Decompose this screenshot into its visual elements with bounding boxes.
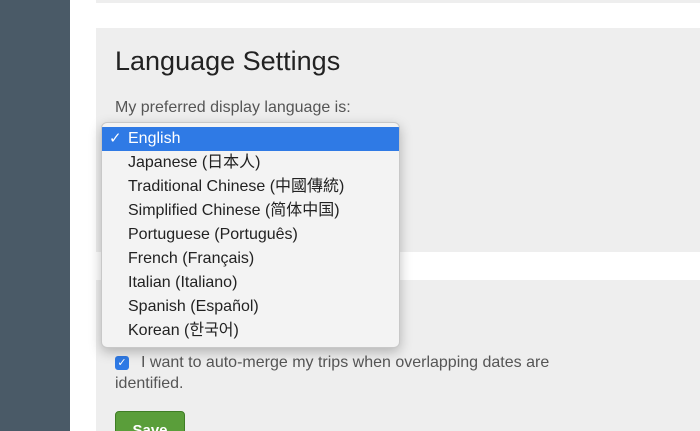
language-option-label: Spanish (Español) [128,298,259,315]
language-option[interactable]: Korean (한국어) [102,319,399,343]
top-panel [96,0,700,3]
language-option-label: Korean (한국어) [128,322,239,339]
language-option-label: Italian (Italiano) [128,274,238,291]
auto-merge-label: I want to auto-merge my trips when overl… [115,354,550,392]
language-option[interactable]: Traditional Chinese (中國傳統) [102,175,399,199]
language-option[interactable]: Simplified Chinese (简体中国) [102,199,399,223]
page-title: Language Settings [115,46,341,76]
language-option[interactable]: French (Français) [102,247,399,271]
settings-page: Language Settings My preferred display l… [0,0,700,431]
sidebar [0,0,70,431]
language-option[interactable]: ✓ English [102,127,399,151]
language-dropdown-menu[interactable]: ✓ English Japanese (日本人) Traditional Chines… [101,122,400,348]
page-gutter [70,0,96,431]
language-option[interactable]: Japanese (日本人) [102,151,399,175]
language-option[interactable]: Italian (Italiano) [102,271,399,295]
save-button[interactable]: Save [115,411,185,431]
language-label: My preferred display language is: [115,99,351,116]
language-option-label: Japanese (日本人) [128,154,261,171]
language-option-label: Simplified Chinese (简体中国) [128,202,340,219]
language-option-label: French (Français) [128,250,255,267]
checkmark-icon: ✓ [109,130,122,147]
language-option-label: Traditional Chinese (中國傳統) [128,178,345,195]
language-option-label: English [128,130,181,147]
language-option-label: Portuguese (Português) [128,226,298,243]
language-option[interactable]: Portuguese (Português) [102,223,399,247]
language-option[interactable]: Spanish (Español) [102,295,399,319]
